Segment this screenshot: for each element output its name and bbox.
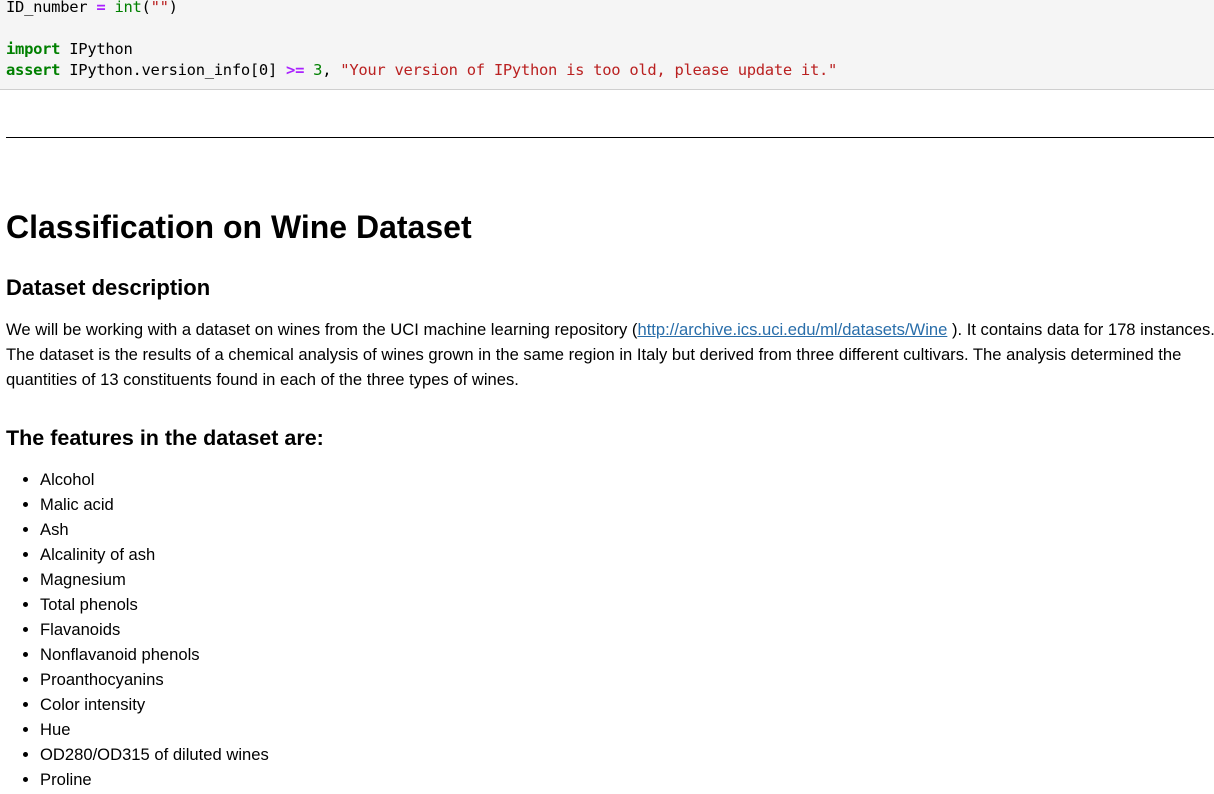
description-text-start: We will be working with a dataset on win… — [6, 320, 638, 339]
number-literal: 3 — [313, 61, 323, 79]
module-name: IPython — [69, 40, 133, 58]
assign-operator: = — [96, 0, 106, 16]
horizontal-rule — [6, 137, 1214, 138]
comma: , — [322, 61, 332, 79]
feature-item: Color intensity — [40, 692, 269, 717]
feature-item: Malic acid — [40, 492, 269, 517]
uci-dataset-link[interactable]: http://archive.ics.uci.edu/ml/datasets/W… — [637, 320, 947, 339]
page-title: Classification on Wine Dataset — [6, 209, 472, 245]
comparison-operator: >= — [286, 61, 305, 79]
dataset-description: We will be working with a dataset on win… — [6, 317, 1214, 392]
features-heading: The features in the dataset are: — [6, 426, 324, 450]
feature-item: Flavanoids — [40, 617, 269, 642]
feature-item: Proline — [40, 767, 269, 792]
keyword-assert: assert — [6, 61, 61, 79]
feature-item: Hue — [40, 717, 269, 742]
code-editor[interactable]: ID_number = int("") import IPython asser… — [6, 0, 837, 81]
variable-name: ID_number — [6, 0, 88, 16]
string-literal: "" — [150, 0, 169, 16]
feature-item: Magnesium — [40, 567, 269, 592]
code-line-4: assert IPython.version_info[0] >= 3, "Yo… — [6, 61, 837, 79]
section-heading-dataset-description: Dataset description — [6, 275, 211, 300]
feature-item: Alcalinity of ash — [40, 542, 269, 567]
assert-expression: IPython.version_info[0] — [69, 61, 277, 79]
paren-open: ( — [141, 0, 151, 16]
feature-item: Total phenols — [40, 592, 269, 617]
builtin-function: int — [114, 0, 142, 16]
assert-message: "Your version of IPython is too old, ple… — [340, 61, 838, 79]
feature-item: Ash — [40, 517, 269, 542]
feature-item: Alcohol — [40, 467, 269, 492]
keyword-import: import — [6, 40, 61, 58]
code-line-1: ID_number = int("") — [6, 0, 178, 16]
code-cell[interactable]: ID_number = int("") import IPython asser… — [0, 0, 1214, 90]
feature-item: Proanthocyanins — [40, 667, 269, 692]
feature-item: OD280/OD315 of diluted wines — [40, 742, 269, 767]
paren-close: ) — [168, 0, 178, 16]
code-line-3: import IPython — [6, 40, 133, 58]
features-list: Alcohol Malic acid Ash Alcalinity of ash… — [6, 467, 269, 792]
feature-item: Nonflavanoid phenols — [40, 642, 269, 667]
